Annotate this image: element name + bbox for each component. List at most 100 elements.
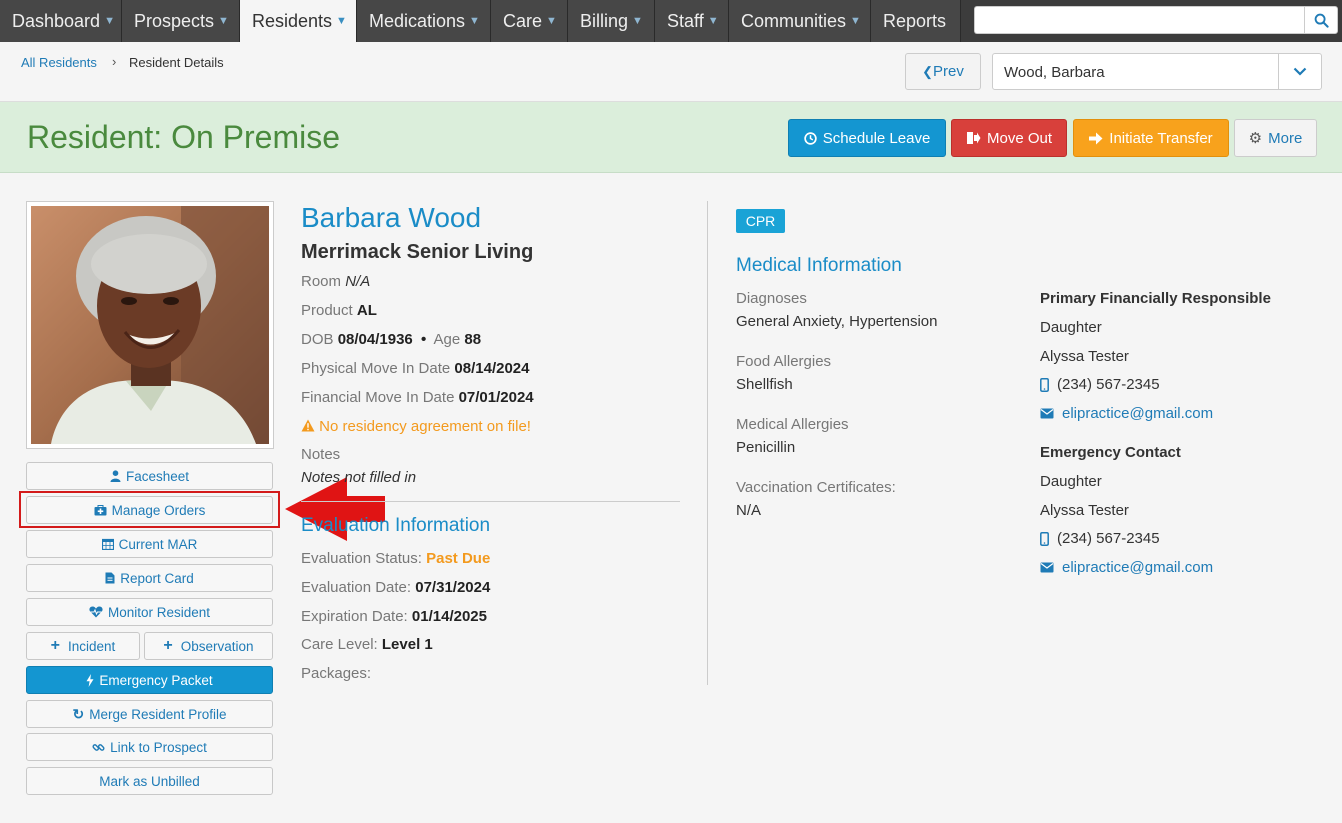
schedule-leave-button[interactable]: Schedule Leave <box>788 119 946 157</box>
breadcrumb-all-residents[interactable]: All Residents <box>21 55 97 70</box>
move-out-button[interactable]: Move Out <box>951 119 1067 157</box>
warning-icon <box>301 419 315 432</box>
emergency-contact-relation: Daughter <box>1040 473 1102 490</box>
nav-dashboard[interactable]: Dashboard ▼ <box>0 0 122 42</box>
resident-selector-value: Wood, Barbara <box>1004 64 1105 81</box>
financial-contact-heading: Primary Financially Responsible <box>1040 290 1271 307</box>
nav-billing[interactable]: Billing ▼ <box>568 0 655 42</box>
merge-resident-profile-button[interactable]: ↻ Merge Resident Profile <box>26 700 273 728</box>
vaccination-value: N/A <box>736 502 762 519</box>
dob-row: DOB 08/04/1936 • Age 88 <box>301 331 481 348</box>
medical-allergies-label: Medical Allergies <box>736 416 849 433</box>
page-title: Resident: On Premise <box>27 119 341 155</box>
monitor-resident-button[interactable]: Monitor Resident <box>26 598 273 626</box>
nav-prospects[interactable]: Prospects ▼ <box>122 0 240 42</box>
observation-label: Observation <box>180 638 254 654</box>
current-mar-label: Current MAR <box>118 536 198 552</box>
resident-selector-toggle[interactable] <box>1278 54 1321 89</box>
prev-resident-button[interactable]: ❮ Prev <box>905 53 981 90</box>
expiration-date-value: 01/14/2025 <box>411 608 487 625</box>
gear-icon: ⚙ <box>1248 130 1263 147</box>
resident-name: Barbara Wood <box>301 202 482 233</box>
chevron-down-icon: ▼ <box>707 15 719 27</box>
chevron-down-icon: ▼ <box>632 15 643 27</box>
emergency-contact-email[interactable]: elipractice@gmail.com <box>1040 559 1213 576</box>
breadcrumb-bar: All Residents › Resident Details ❮ Prev … <box>0 42 1342 102</box>
breadcrumb-current: Resident Details <box>129 55 224 70</box>
chevron-down-icon: ▼ <box>218 15 229 27</box>
care-level-row: Care Level: Level 1 <box>301 636 433 653</box>
nav-medications-label: Medications <box>369 10 466 31</box>
nav-staff[interactable]: Staff ▼ <box>655 0 729 42</box>
expiration-date-label: Expiration Date: <box>301 608 408 625</box>
breadcrumb-separator: › <box>112 54 117 69</box>
resident-selector[interactable]: Wood, Barbara <box>992 53 1322 90</box>
observation-button[interactable]: + Observation <box>144 632 273 660</box>
more-label: More <box>1268 129 1303 147</box>
nav-communities-label: Communities <box>741 10 847 31</box>
mobile-phone-icon <box>1040 531 1049 546</box>
top-navigation: Dashboard ▼ Prospects ▼ Residents ▼ Medicat… <box>0 0 1342 42</box>
link-to-prospect-label: Link to Prospect <box>110 739 207 755</box>
residency-warning-text: No residency agreement on file! <box>319 418 531 435</box>
care-level-label: Care Level: <box>301 636 378 653</box>
evaluation-status-row: Evaluation Status: Past Due <box>301 550 490 567</box>
chevron-left-icon: ❮ <box>922 63 934 79</box>
evaluation-date-label: Evaluation Date: <box>301 579 412 596</box>
move-out-label: Move Out <box>986 129 1053 147</box>
initiate-transfer-label: Initiate Transfer <box>1109 129 1213 147</box>
section-divider <box>301 501 680 502</box>
more-button[interactable]: ⚙ More <box>1234 119 1317 157</box>
emergency-packet-label: Emergency Packet <box>99 672 213 688</box>
nav-medications[interactable]: Medications ▼ <box>357 0 491 42</box>
age-value: 88 <box>464 331 482 348</box>
chevron-down-icon <box>1293 67 1307 76</box>
incident-button[interactable]: + Incident <box>26 632 140 660</box>
bolt-icon <box>86 673 94 687</box>
facesheet-button[interactable]: Facesheet <box>26 462 273 490</box>
physical-move-in-label: Physical Move In Date <box>301 360 451 377</box>
search-icon <box>1314 13 1329 28</box>
sign-out-icon <box>966 132 981 144</box>
diagnoses-value: General Anxiety, Hypertension <box>736 313 938 330</box>
emergency-contact-email-text: elipractice@gmail.com <box>1062 559 1214 576</box>
expiration-date-row: Expiration Date: 01/14/2025 <box>301 608 487 625</box>
nav-care-label: Care <box>503 10 543 31</box>
nav-residents[interactable]: Residents ▼ <box>240 0 357 42</box>
arrow-right-icon <box>1089 132 1103 144</box>
global-search-input[interactable] <box>974 6 1304 34</box>
column-divider <box>707 201 708 685</box>
nav-care[interactable]: Care ▼ <box>491 0 568 42</box>
emergency-packet-button[interactable]: Emergency Packet <box>26 666 273 694</box>
incident-label: Incident <box>68 638 116 654</box>
merge-resident-profile-label: Merge Resident Profile <box>89 706 227 722</box>
cpr-badge: CPR <box>736 209 785 233</box>
nav-reports[interactable]: Reports <box>871 0 961 42</box>
search-button[interactable] <box>1304 6 1338 34</box>
link-icon <box>92 743 105 751</box>
nav-staff-label: Staff <box>667 10 704 31</box>
link-to-prospect-button[interactable]: Link to Prospect <box>26 733 273 761</box>
financial-contact-relation: Daughter <box>1040 319 1102 336</box>
mobile-phone-icon <box>1040 377 1049 392</box>
financial-move-in-label: Financial Move In Date <box>301 389 455 406</box>
medical-allergies-value: Penicillin <box>736 439 796 456</box>
evaluation-date-value: 07/31/2024 <box>415 579 491 596</box>
file-text-icon <box>105 572 115 584</box>
monitor-resident-label: Monitor Resident <box>107 604 211 620</box>
nav-dashboard-label: Dashboard <box>12 10 101 31</box>
envelope-icon <box>1040 562 1054 573</box>
financial-contact-email[interactable]: elipractice@gmail.com <box>1040 405 1213 422</box>
nav-communities[interactable]: Communities ▼ <box>729 0 871 42</box>
initiate-transfer-button[interactable]: Initiate Transfer <box>1073 119 1229 157</box>
resident-photo <box>26 201 274 449</box>
mark-as-unbilled-button[interactable]: Mark as Unbilled <box>26 767 273 795</box>
nav-residents-label: Residents <box>252 10 333 31</box>
current-mar-button[interactable]: Current MAR <box>26 530 273 558</box>
prev-button-label: Prev <box>933 63 964 80</box>
report-card-button[interactable]: Report Card <box>26 564 273 592</box>
room-label: Room <box>301 273 342 290</box>
evaluation-section-title: Evaluation Information <box>301 515 491 536</box>
financial-contact-name: Alyssa Tester <box>1040 348 1129 365</box>
envelope-icon <box>1040 408 1054 419</box>
